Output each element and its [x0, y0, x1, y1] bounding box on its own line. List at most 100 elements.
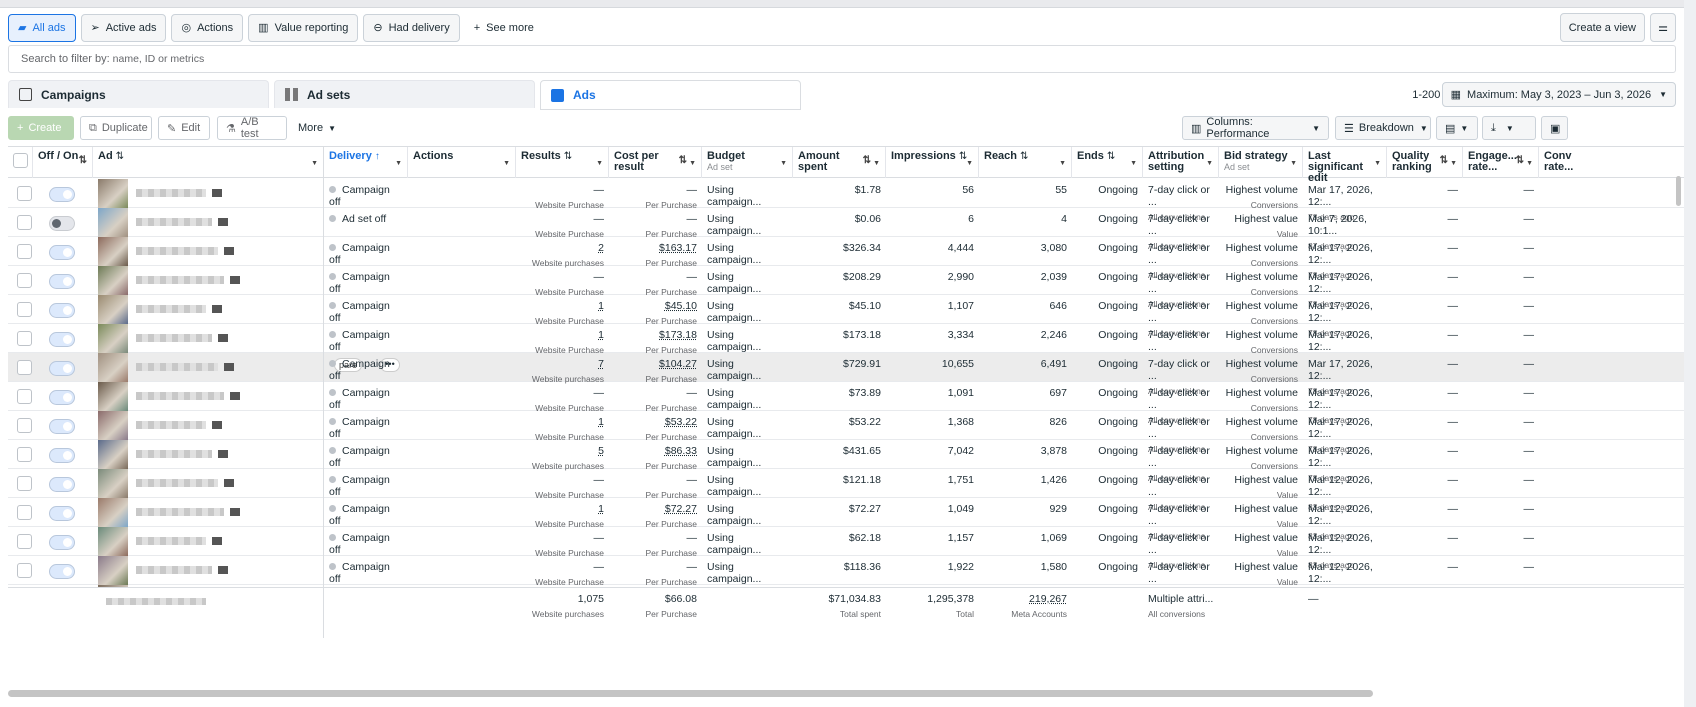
filter-active-ads[interactable]: ➢ Active ads [80, 13, 167, 42]
row-checkbox[interactable] [17, 476, 32, 491]
tab-ads[interactable]: Ads [540, 80, 801, 110]
row-checkbox[interactable] [17, 302, 32, 317]
table-row[interactable]: Campaign off — Website Purchase — Per Purcha… [8, 179, 1684, 222]
columns-button[interactable]: ▥ Columns: Performance ▼ [1182, 116, 1329, 140]
ad-name-cell[interactable] [98, 179, 324, 208]
ad-name-cell[interactable] [98, 411, 324, 440]
row-checkbox[interactable] [17, 186, 32, 201]
header-actions[interactable]: Actions ▼ [408, 147, 516, 178]
ad-name-cell[interactable] [98, 295, 324, 324]
row-checkbox[interactable] [17, 505, 32, 520]
header-attribution[interactable]: Attribution setting ▼ [1143, 147, 1219, 178]
table-row[interactable]: Campaign off 1 Website Purchase $72.27 Per P… [8, 498, 1684, 541]
header-ad[interactable]: Ad ⇅ ▼ [93, 147, 324, 178]
table-row[interactable]: Campaign off — Website Purchase — Per Purcha… [8, 527, 1684, 570]
table-row[interactable]: Campaign off — Website Purchase — Per Purcha… [8, 382, 1684, 425]
more-button[interactable]: More ▼ [290, 116, 340, 140]
edit-button[interactable]: ✎ Edit [158, 116, 210, 140]
header-cost-per-result[interactable]: Cost per result ⇅ ▼ [609, 147, 702, 178]
row-checkbox[interactable] [17, 447, 32, 462]
breakdown-button[interactable]: ☰ Breakdown ▼ [1335, 116, 1431, 140]
ad-name-cell[interactable]: pare ••• [98, 353, 400, 382]
reports-button[interactable]: ▤ ▼ [1436, 116, 1478, 140]
export-button[interactable]: ⤓ ▼ [1482, 116, 1536, 140]
ad-name-cell[interactable] [98, 469, 324, 498]
select-all-checkbox[interactable] [13, 153, 28, 168]
ad-on-off-toggle[interactable] [49, 448, 75, 463]
header-quality[interactable]: Quality ranking ⇅ ▼ [1387, 147, 1463, 178]
header-conversion[interactable]: Conv rate... [1539, 147, 1579, 178]
ad-on-off-toggle[interactable] [49, 187, 75, 202]
header-reach[interactable]: Reach ⇅ ▼ [979, 147, 1072, 178]
ad-name-cell[interactable] [98, 237, 324, 266]
ad-on-off-toggle[interactable] [49, 245, 75, 260]
ad-on-off-toggle[interactable] [49, 535, 75, 550]
create-view-button[interactable]: Create a view [1559, 13, 1645, 42]
ad-on-off-toggle[interactable] [49, 477, 75, 492]
create-button[interactable]: + Create [8, 116, 74, 140]
header-impressions[interactable]: Impressions ⇅ ▼ [886, 147, 979, 178]
duplicate-button[interactable]: ⧉ Duplicate [80, 116, 152, 140]
row-checkbox[interactable] [17, 418, 32, 433]
ad-name-cell[interactable] [98, 382, 324, 411]
header-engagement[interactable]: Engage... rate... ⇅ ▼ [1463, 147, 1539, 178]
filter-actions[interactable]: ◎ Actions [171, 13, 244, 42]
customize-icon[interactable]: ▣ [1541, 116, 1568, 140]
header-amount-spent[interactable]: Amount spent ⇅ ▼ [793, 147, 886, 178]
filter-value-reporting[interactable]: ▥ Value reporting [248, 13, 359, 42]
horizontal-scrollbar[interactable] [8, 690, 1373, 697]
row-checkbox[interactable] [17, 331, 32, 346]
header-bid-strategy[interactable]: Bid strategy Ad set ▼ [1219, 147, 1303, 178]
ad-name-cell[interactable] [98, 527, 324, 556]
ad-on-off-toggle[interactable] [49, 274, 75, 289]
table-row[interactable]: Campaign off — Website Purchase — Per Purcha… [8, 469, 1684, 512]
table-row[interactable]: Campaign off 2 Website purchases $163.17 Per… [8, 237, 1684, 280]
ad-on-off-toggle[interactable] [49, 506, 75, 521]
header-last-edit[interactable]: Last significant edit ▼ [1303, 147, 1387, 184]
ad-name-cell[interactable] [98, 440, 324, 469]
ad-name-cell[interactable] [98, 208, 324, 237]
ad-name-cell[interactable] [98, 498, 324, 527]
ad-on-off-toggle[interactable] [49, 332, 75, 347]
row-checkbox[interactable] [17, 273, 32, 288]
ad-name-cell[interactable] [98, 556, 324, 585]
ad-on-off-toggle[interactable] [49, 419, 75, 434]
date-range-picker[interactable]: ▦ Maximum: May 3, 2023 – Jun 3, 2026 ▼ [1441, 82, 1676, 107]
row-checkbox[interactable] [17, 389, 32, 404]
ab-test-button[interactable]: ⚗ A/B test [217, 116, 287, 140]
row-checkbox[interactable] [17, 215, 32, 230]
table-row[interactable]: Campaign off 5 Website purchases $86.33 Per … [8, 440, 1684, 483]
vertical-scrollbar[interactable] [1676, 176, 1681, 206]
row-checkbox[interactable] [17, 534, 32, 549]
ad-name-cell[interactable] [98, 266, 324, 295]
table-row[interactable]: Campaign off 1 Website Purchase $53.22 Per P… [8, 411, 1684, 454]
header-off-on[interactable]: Off / On ⇅ [33, 147, 93, 178]
table-row[interactable]: Campaign off 1 Website Purchase $45.10 Per P… [8, 295, 1684, 338]
table-row[interactable]: Campaign off — Website Purchase — Per Purcha… [8, 266, 1684, 309]
header-budget[interactable]: Budget Ad set ▼ [702, 147, 793, 178]
row-checkbox[interactable] [17, 360, 32, 375]
total-reach[interactable]: 219,267 Meta Accounts [979, 588, 1072, 619]
row-checkbox[interactable] [17, 244, 32, 259]
see-more-button[interactable]: + See more [465, 14, 543, 42]
ad-on-off-toggle[interactable] [49, 390, 75, 405]
ad-on-off-toggle[interactable] [49, 564, 75, 579]
filter-settings-icon[interactable]: ⚌ [1650, 13, 1676, 42]
row-checkbox[interactable] [17, 563, 32, 578]
table-row[interactable]: Campaign off 1 Website Purchase $173.18 Per … [8, 324, 1684, 367]
search-input[interactable]: Search to filter by: name, ID or metrics [8, 45, 1676, 73]
ad-on-off-toggle[interactable] [49, 303, 75, 318]
ad-name-cell[interactable] [98, 324, 324, 353]
filter-had-delivery[interactable]: ⊖ Had delivery [363, 13, 460, 42]
ad-on-off-toggle[interactable] [49, 216, 75, 231]
table-row[interactable]: pare ••• Campaign off 7 Website purchases $10… [8, 353, 1684, 396]
header-delivery[interactable]: Delivery ↑ ▼ [324, 147, 408, 178]
header-results[interactable]: Results ⇅ ▼ [516, 147, 609, 178]
tab-campaigns[interactable]: Campaigns [8, 80, 269, 108]
table-row[interactable]: Ad set off — Website Purchase — Per Purchase… [8, 208, 1684, 251]
table-row[interactable]: Campaign off — Website Purchase — Per Purcha… [8, 556, 1684, 599]
ad-on-off-toggle[interactable] [49, 361, 75, 376]
tab-ad-sets[interactable]: Ad sets [274, 80, 535, 108]
header-ends[interactable]: Ends ⇅ ▼ [1072, 147, 1143, 178]
filter-all-ads[interactable]: ▰ All ads [8, 13, 76, 42]
